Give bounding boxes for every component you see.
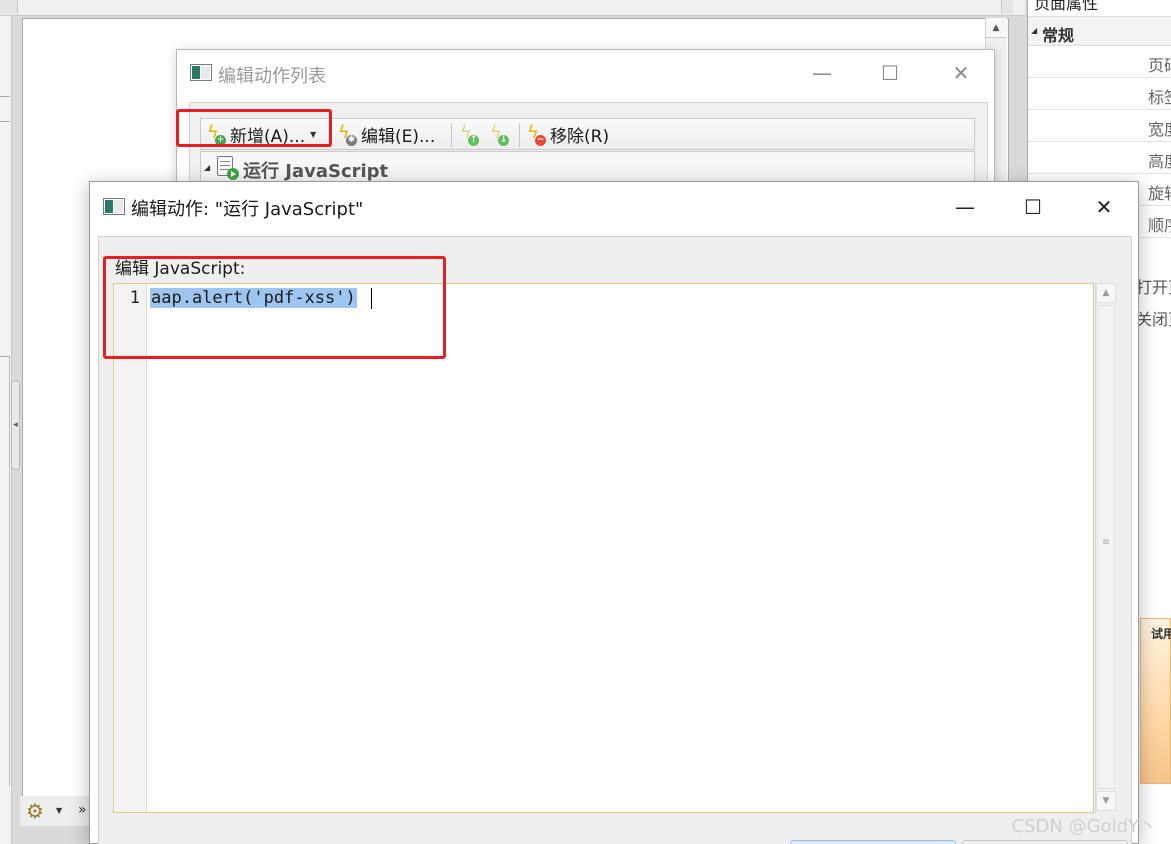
ok-button[interactable] [790,840,956,844]
minimize-icon[interactable]: — [799,58,845,88]
scroll-up-arrow-icon[interactable]: ▲ [986,18,1006,38]
trial-banner[interactable]: 试用 [1140,618,1171,784]
property-row[interactable]: 页码 [1028,46,1171,78]
top-toolbar-strip [0,0,1025,16]
move-up-icon: ϟ ↑ [460,121,479,146]
properties-group-label: 常规 [1042,26,1075,45]
dialog-title: 编辑动作列表 [218,66,326,87]
remove-action-icon: ϟ − [527,121,546,146]
property-row[interactable]: 宽度 [1028,110,1171,142]
chevron-down-icon[interactable]: ▼ [56,806,62,815]
move-down-button[interactable]: ϟ ↓ [488,121,513,148]
highlight-box-code [103,256,446,359]
toolbar-separator [519,123,520,147]
panel-splitter-handle[interactable]: ◂ [11,380,20,470]
gear-icon[interactable]: ⚙ [26,800,48,822]
trial-banner-text: 试用 [1151,627,1171,641]
property-label: 宽度 [1148,120,1171,139]
property-label: 顺序 [1148,216,1171,235]
property-label: 高度 [1148,152,1171,171]
toolbar-separator [451,123,452,147]
edit-action-button[interactable]: ϟ ✱ 编辑(E)... [336,121,435,148]
dialog-titlebar[interactable]: 编辑动作列表 — ☐ ✕ [177,50,994,96]
move-up-button[interactable]: ϟ ↑ [458,121,483,148]
remove-action-button[interactable]: ϟ − 移除(R) [525,121,609,148]
scroll-up-arrow-icon[interactable]: ▲ [1096,283,1116,303]
property-label: 旋转 [1148,184,1171,203]
editor-vertical-scrollbar[interactable]: ▲ ≡ ▼ [1095,283,1116,813]
properties-panel-title: 页面属性 [1034,0,1099,13]
highlight-box-add-button [176,109,332,147]
collapse-triangle-icon[interactable]: ◢ [204,163,210,172]
edit-action-label: 编辑(E)... [361,127,436,147]
scroll-down-arrow-icon[interactable]: ▼ [1096,791,1116,811]
properties-group-general[interactable]: ◢ 常规 [1028,16,1171,46]
minimize-icon[interactable]: — [942,192,988,222]
action-tree: ◢ 运行 JavaScript [200,151,975,185]
cancel-button[interactable] [962,840,1128,844]
double-chevron-icon[interactable]: » [78,802,87,818]
remove-action-label: 移除(R) [550,127,610,147]
close-icon[interactable]: ✕ [938,58,984,88]
javascript-script-icon [217,156,239,180]
window-app-icon [103,198,125,215]
line-number-gutter: 1 [114,284,147,812]
top-scroll-right[interactable] [1001,0,1013,14]
left-strip-tab[interactable] [0,96,10,122]
property-label: 标签 [1148,88,1171,107]
maximize-icon[interactable]: ☐ [1010,192,1056,222]
move-down-icon: ϟ ↓ [490,121,509,146]
javascript-code-editor[interactable]: 1 aap.alert('pdf-xss') [113,283,1094,813]
window-app-icon [190,64,212,81]
top-scroll-left[interactable] [0,0,18,14]
close-icon[interactable]: ✕ [1081,192,1127,222]
property-label: 页码 [1148,56,1171,75]
page-close-action-label[interactable]: 关闭页面 [1136,306,1171,330]
collapse-triangle-icon[interactable]: ◢ [1031,26,1037,35]
maximize-icon[interactable]: ☐ [867,58,913,88]
property-row[interactable]: 标签 [1028,78,1171,110]
property-row[interactable]: 高度 [1028,142,1171,174]
watermark-text: CSDN @GoldY丶 [1011,816,1157,837]
left-strip-panel [0,356,10,786]
page-open-action-label[interactable]: 打开页面 [1136,274,1171,298]
dialog-title: 编辑动作: "运行 JavaScript" [131,199,364,220]
tree-item-run-javascript[interactable]: 运行 JavaScript [243,157,388,183]
edit-action-icon: ϟ ✱ [338,121,357,146]
scrollbar-grip-icon[interactable]: ≡ [1099,538,1113,549]
